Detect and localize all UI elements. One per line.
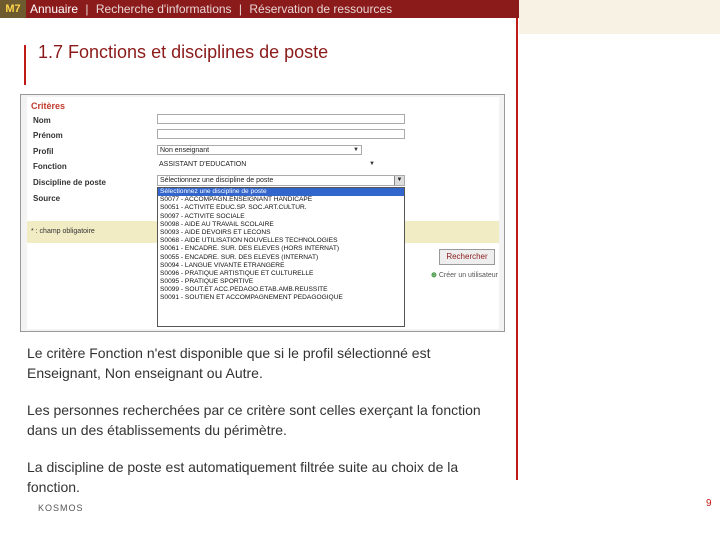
breadcrumb-nav: Annuaire | Recherche d'informations | Ré… [26, 0, 519, 18]
discipline-label: Discipline de poste [33, 178, 106, 187]
list-item[interactable]: S0093 - AIDE DEVOIRS ET LECONS [158, 229, 404, 237]
discipline-value: Sélectionnez une discipline de poste [160, 177, 274, 184]
nav-annuaire[interactable]: Annuaire [30, 2, 78, 16]
fonction-label: Fonction [33, 162, 67, 171]
create-user-link[interactable]: ⊕ Créer un utilisateur [431, 271, 498, 279]
search-form: Critères Nom Prénom Profil Non enseignan… [27, 97, 499, 329]
nom-input[interactable] [157, 114, 405, 124]
fonction-select[interactable]: ASSISTANT D'EDUCATION ▼ [157, 160, 377, 170]
list-item[interactable]: S0091 - SOUTIEN ET ACCOMPAGNEMENT PEDAGO… [158, 294, 404, 302]
discipline-dropdown-list[interactable]: Sélectionnez une discipline de poste S00… [157, 187, 405, 327]
nav-recherche[interactable]: Recherche d'informations [96, 2, 232, 16]
m7-logo: M7 [0, 0, 26, 18]
slide-title: 1.7 Fonctions et disciplines de poste [38, 42, 329, 62]
right-divider-line [516, 18, 518, 480]
footer-brand: KOSMOS [38, 503, 84, 513]
nom-label: Nom [33, 116, 51, 125]
required-note: * : champ obligatoire [31, 228, 95, 235]
source-label: Source [33, 194, 61, 203]
list-item[interactable]: S0061 - ENCADRE. SUR. DES ELEVES (HORS I… [158, 245, 404, 253]
nav-reservation[interactable]: Réservation de ressources [249, 2, 392, 16]
prenom-label: Prénom [33, 131, 63, 140]
paragraph-fonction: Le critère Fonction n'est disponible que… [27, 345, 431, 381]
title-accent-line [24, 45, 26, 85]
list-item[interactable]: S0051 - ACTIVITE EDUC.SP. SOC.ART.CULTUR… [158, 204, 404, 212]
criteria-heading: Critères [31, 101, 66, 111]
profil-select[interactable]: Non enseignant ▼ [157, 145, 362, 155]
page-number: 9 [706, 498, 712, 509]
prenom-input[interactable] [157, 129, 405, 139]
plus-icon: ⊕ [431, 272, 437, 279]
form-screenshot: Critères Nom Prénom Profil Non enseignan… [20, 94, 505, 332]
list-item[interactable]: Sélectionnez une discipline de poste [158, 188, 404, 197]
chevron-down-icon[interactable]: ▼ [394, 176, 404, 185]
profil-value: Non enseignant [160, 147, 210, 154]
list-item[interactable]: S0094 - LANGUE VIVANTE ETRANGERE [158, 262, 404, 270]
paragraph-discipline: La discipline de poste est automatiqueme… [27, 459, 459, 495]
profil-label: Profil [33, 147, 54, 156]
fonction-value: ASSISTANT D'EDUCATION [159, 161, 247, 168]
discipline-select[interactable]: Sélectionnez une discipline de poste ▼ [157, 175, 405, 186]
nav-separator: | [85, 2, 89, 16]
list-item[interactable]: S0096 - PRATIQUE ARTISTIQUE ET CULTURELL… [158, 270, 404, 278]
list-item[interactable]: S0095 - PRATIQUE SPORTIVE [158, 278, 404, 286]
chevron-down-icon: ▼ [353, 147, 359, 153]
list-item[interactable]: S0077 - ACCOMPAGN.ENSEIGNANT HANDICAPE [158, 196, 404, 204]
search-button[interactable]: Rechercher [439, 249, 495, 265]
list-item[interactable]: S0099 - SOUT.ET ACC.PEDAGO.ETAB.AMB.REUS… [158, 286, 404, 294]
list-item[interactable]: S0068 - AIDE UTILISATION NOUVELLES TECHN… [158, 237, 404, 245]
header-cream-block [519, 0, 720, 34]
list-item[interactable]: S0098 - AIDE AU TRAVAIL SCOLAIRE [158, 221, 404, 229]
paragraph-personnes: Les personnes recherchées par ce critère… [27, 402, 481, 438]
nav-separator: | [238, 2, 243, 16]
create-user-label: Créer un utilisateur [438, 272, 499, 279]
top-bar: M7 Annuaire | Recherche d'informations |… [0, 0, 720, 34]
chevron-down-icon: ▼ [369, 161, 375, 167]
list-item[interactable]: S0097 - ACTIVITE SOCIALE [158, 213, 404, 221]
list-item[interactable]: S0055 - ENCADRE. SUR. DES ELEVES (INTERN… [158, 254, 404, 262]
